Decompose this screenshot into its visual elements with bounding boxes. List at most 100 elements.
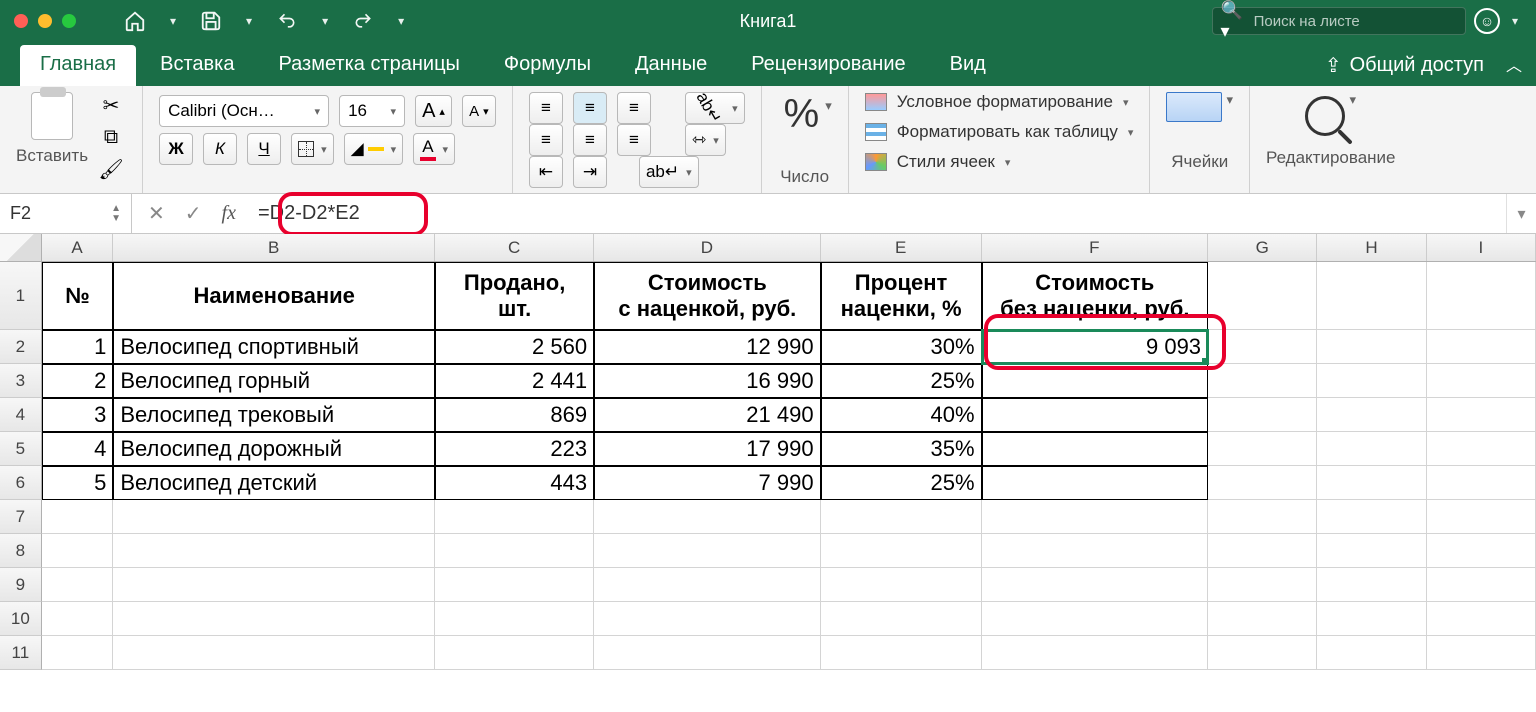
tab-formulas[interactable]: Формулы: [484, 45, 611, 86]
expand-formula-bar-icon[interactable]: ▾: [1506, 194, 1536, 233]
cell-empty[interactable]: [1208, 398, 1317, 432]
search-input[interactable]: [1254, 13, 1457, 30]
cell-empty[interactable]: [821, 568, 982, 602]
cell-empty[interactable]: [1427, 534, 1536, 568]
borders-button[interactable]: [291, 133, 334, 165]
cells-icon[interactable]: [1166, 92, 1222, 122]
wrap-text-button[interactable]: ab↵: [639, 156, 699, 188]
collapse-ribbon-icon[interactable]: ︿: [1498, 52, 1536, 86]
row-header-9[interactable]: 9: [0, 568, 42, 602]
cell-empty[interactable]: [435, 636, 594, 670]
header-sold[interactable]: Продано, шт.: [435, 262, 594, 330]
undo-dropdown-icon[interactable]: ▾: [318, 14, 332, 28]
cell-empty[interactable]: [1208, 500, 1317, 534]
cell-empty[interactable]: [1427, 636, 1536, 670]
cell-empty[interactable]: [1317, 636, 1426, 670]
header-markup-pct[interactable]: Процент наценки, %: [821, 262, 982, 330]
cell-empty[interactable]: [42, 636, 114, 670]
cell-empty[interactable]: [42, 534, 114, 568]
cell-empty[interactable]: [821, 534, 982, 568]
cell[interactable]: [982, 432, 1209, 466]
header-name[interactable]: Наименование: [113, 262, 435, 330]
cell[interactable]: Велосипед спортивный: [113, 330, 435, 364]
cell-empty[interactable]: [435, 534, 594, 568]
cell-empty[interactable]: [42, 602, 114, 636]
fx-icon[interactable]: fx: [222, 202, 236, 225]
header-cost-without[interactable]: Стоимость без наценки, руб.: [982, 262, 1209, 330]
cell-empty[interactable]: [113, 568, 435, 602]
row-header-4[interactable]: 4: [0, 398, 42, 432]
col-header-e[interactable]: E: [821, 234, 982, 261]
italic-button[interactable]: К: [203, 133, 237, 165]
cell-empty[interactable]: [1317, 364, 1426, 398]
tab-view[interactable]: Вид: [930, 45, 1006, 86]
cut-icon[interactable]: ✂︎: [96, 92, 126, 118]
cell[interactable]: [982, 466, 1209, 500]
align-right-button[interactable]: ≡: [617, 124, 651, 156]
cell-empty[interactable]: [1208, 568, 1317, 602]
orientation-button[interactable]: ab↵: [685, 92, 745, 124]
cell-empty[interactable]: [113, 500, 435, 534]
cell[interactable]: 35%: [821, 432, 982, 466]
tab-data[interactable]: Данные: [615, 45, 727, 86]
col-header-c[interactable]: C: [435, 234, 594, 261]
cell-empty[interactable]: [1427, 330, 1536, 364]
selected-cell[interactable]: 9 093: [982, 330, 1209, 364]
cell[interactable]: 40%: [821, 398, 982, 432]
cell[interactable]: Велосипед детский: [113, 466, 435, 500]
col-header-i[interactable]: I: [1427, 234, 1536, 261]
cell-empty[interactable]: [1317, 568, 1426, 602]
name-box[interactable]: F2 ▲▼: [0, 194, 132, 233]
cell-empty[interactable]: [594, 534, 821, 568]
cell-empty[interactable]: [1427, 602, 1536, 636]
cell-empty[interactable]: [1317, 500, 1426, 534]
share-button[interactable]: ⇪ Общий доступ: [1325, 53, 1484, 86]
row-header-6[interactable]: 6: [0, 466, 42, 500]
fill-color-button[interactable]: ◢: [344, 133, 404, 165]
increase-indent-button[interactable]: ⇥: [573, 156, 607, 188]
cell-empty[interactable]: [1317, 330, 1426, 364]
cell[interactable]: 3: [42, 398, 114, 432]
font-color-button[interactable]: A: [413, 133, 455, 165]
font-name-select[interactable]: Calibri (Осн…: [159, 95, 329, 127]
percent-icon[interactable]: %: [778, 92, 826, 137]
col-header-a[interactable]: A: [42, 234, 114, 261]
cell-empty[interactable]: [1208, 466, 1317, 500]
font-size-select[interactable]: 16: [339, 95, 405, 127]
cell-empty[interactable]: [1208, 636, 1317, 670]
cell-empty[interactable]: [1427, 398, 1536, 432]
format-as-table-button[interactable]: Форматировать как таблицу: [865, 122, 1134, 142]
align-top-button[interactable]: ≡: [529, 92, 563, 124]
row-header-8[interactable]: 8: [0, 534, 42, 568]
cell-empty[interactable]: [982, 636, 1209, 670]
cell-empty[interactable]: [435, 568, 594, 602]
close-window-icon[interactable]: [14, 14, 28, 28]
cell-empty[interactable]: [1208, 364, 1317, 398]
decrease-font-button[interactable]: A▾: [462, 95, 496, 127]
increase-font-button[interactable]: A▴: [415, 95, 452, 127]
cell-empty[interactable]: [1208, 432, 1317, 466]
cell[interactable]: 443: [435, 466, 594, 500]
cell[interactable]: 869: [435, 398, 594, 432]
cell-empty[interactable]: [1427, 262, 1536, 330]
cell-empty[interactable]: [435, 602, 594, 636]
cell-empty[interactable]: [982, 500, 1209, 534]
tab-page-layout[interactable]: Разметка страницы: [258, 45, 479, 86]
cell-empty[interactable]: [821, 636, 982, 670]
cell[interactable]: Велосипед горный: [113, 364, 435, 398]
cell-empty[interactable]: [1317, 466, 1426, 500]
minimize-window-icon[interactable]: [38, 14, 52, 28]
cell[interactable]: 25%: [821, 364, 982, 398]
row-header-3[interactable]: 3: [0, 364, 42, 398]
feedback-dropdown-icon[interactable]: ▾: [1508, 14, 1522, 28]
col-header-d[interactable]: D: [594, 234, 821, 261]
cell-empty[interactable]: [594, 602, 821, 636]
cell[interactable]: 5: [42, 466, 114, 500]
cell[interactable]: 25%: [821, 466, 982, 500]
tab-insert[interactable]: Вставка: [140, 45, 254, 86]
qat-customize-icon[interactable]: ▾: [394, 14, 408, 28]
align-middle-button[interactable]: ≡: [573, 92, 607, 124]
cell-empty[interactable]: [1427, 500, 1536, 534]
cell[interactable]: 2: [42, 364, 114, 398]
editing-dropdown-icon[interactable]: ▾: [1349, 92, 1356, 108]
